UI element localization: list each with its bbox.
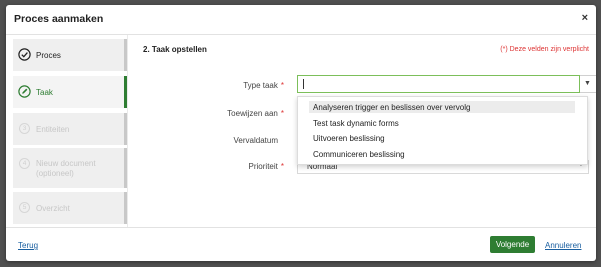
required-marker: * [280,81,284,90]
step-sublabel: (optioneel) [36,169,74,178]
step-label: Overzicht [36,204,70,213]
text-cursor [303,79,304,89]
toewijzen-aan-label: Toewijzen aan * [174,109,284,118]
step-number: 4 [19,158,30,169]
required-marker: * [280,109,284,118]
required-fields-note: (*) Deze velden zijn verplicht [500,46,589,53]
dialog-footer: Terug Volgende Annuleren [6,227,596,261]
wizard-step-proces[interactable]: Proces [13,39,127,71]
label-text: Toewijzen aan [227,109,278,118]
step-label: Proces [36,51,61,60]
wizard-steps: Proces Taak 3 Entiteiten 4 Nieuw documen… [13,39,127,224]
label-text: Vervaldatum [233,136,278,145]
step-label: Nieuw document [36,159,96,168]
task-form: 2. Taak opstellen (*) Deze velden zijn v… [127,35,596,227]
cancel-link[interactable]: Annuleren [545,241,581,250]
back-link[interactable]: Terug [18,241,38,250]
step-label: Entiteiten [36,125,70,134]
section-title: 2. Taak opstellen [143,45,207,54]
type-taak-controls: ▼ ✕ [580,75,596,93]
dropdown-option[interactable]: Communiceren beslissing [313,150,405,159]
label-text: Prioriteit [248,162,278,171]
type-taak-input[interactable] [297,75,580,93]
wizard-step-nieuw-document: 4 Nieuw document (optioneel) [13,148,127,188]
vervaldatum-label: Vervaldatum [168,136,278,145]
create-process-dialog: Proces aanmaken × Proces Taak 3 Entiteit… [6,5,596,261]
check-circle-icon [18,48,31,61]
type-taak-label: Type taak * [174,81,284,90]
wizard-step-entiteiten: 3 Entiteiten [13,113,127,145]
step-number: 5 [19,202,30,213]
required-marker: * [280,162,284,171]
dropdown-option[interactable]: Test task dynamic forms [313,119,399,128]
prioriteit-label: Prioriteit * [174,162,284,171]
dialog-title: Proces aanmaken [14,13,104,25]
label-text: Type taak [243,81,278,90]
step-number: 3 [19,123,30,134]
wizard-step-taak[interactable]: Taak [13,76,127,108]
dialog-header: Proces aanmaken × [6,5,596,35]
close-icon[interactable]: × [582,12,588,24]
step-label: Taak [36,88,53,97]
dropdown-option[interactable]: Uitvoeren beslissing [313,134,385,143]
type-taak-dropdown: Analyseren trigger en beslissen over ver… [297,96,588,165]
next-button[interactable]: Volgende [490,236,535,253]
pencil-icon [18,85,31,98]
wizard-step-overzicht: 5 Overzicht [13,192,127,224]
dropdown-option[interactable]: Analyseren trigger en beslissen over ver… [313,103,470,112]
chevron-down-icon[interactable]: ▼ [584,80,591,87]
